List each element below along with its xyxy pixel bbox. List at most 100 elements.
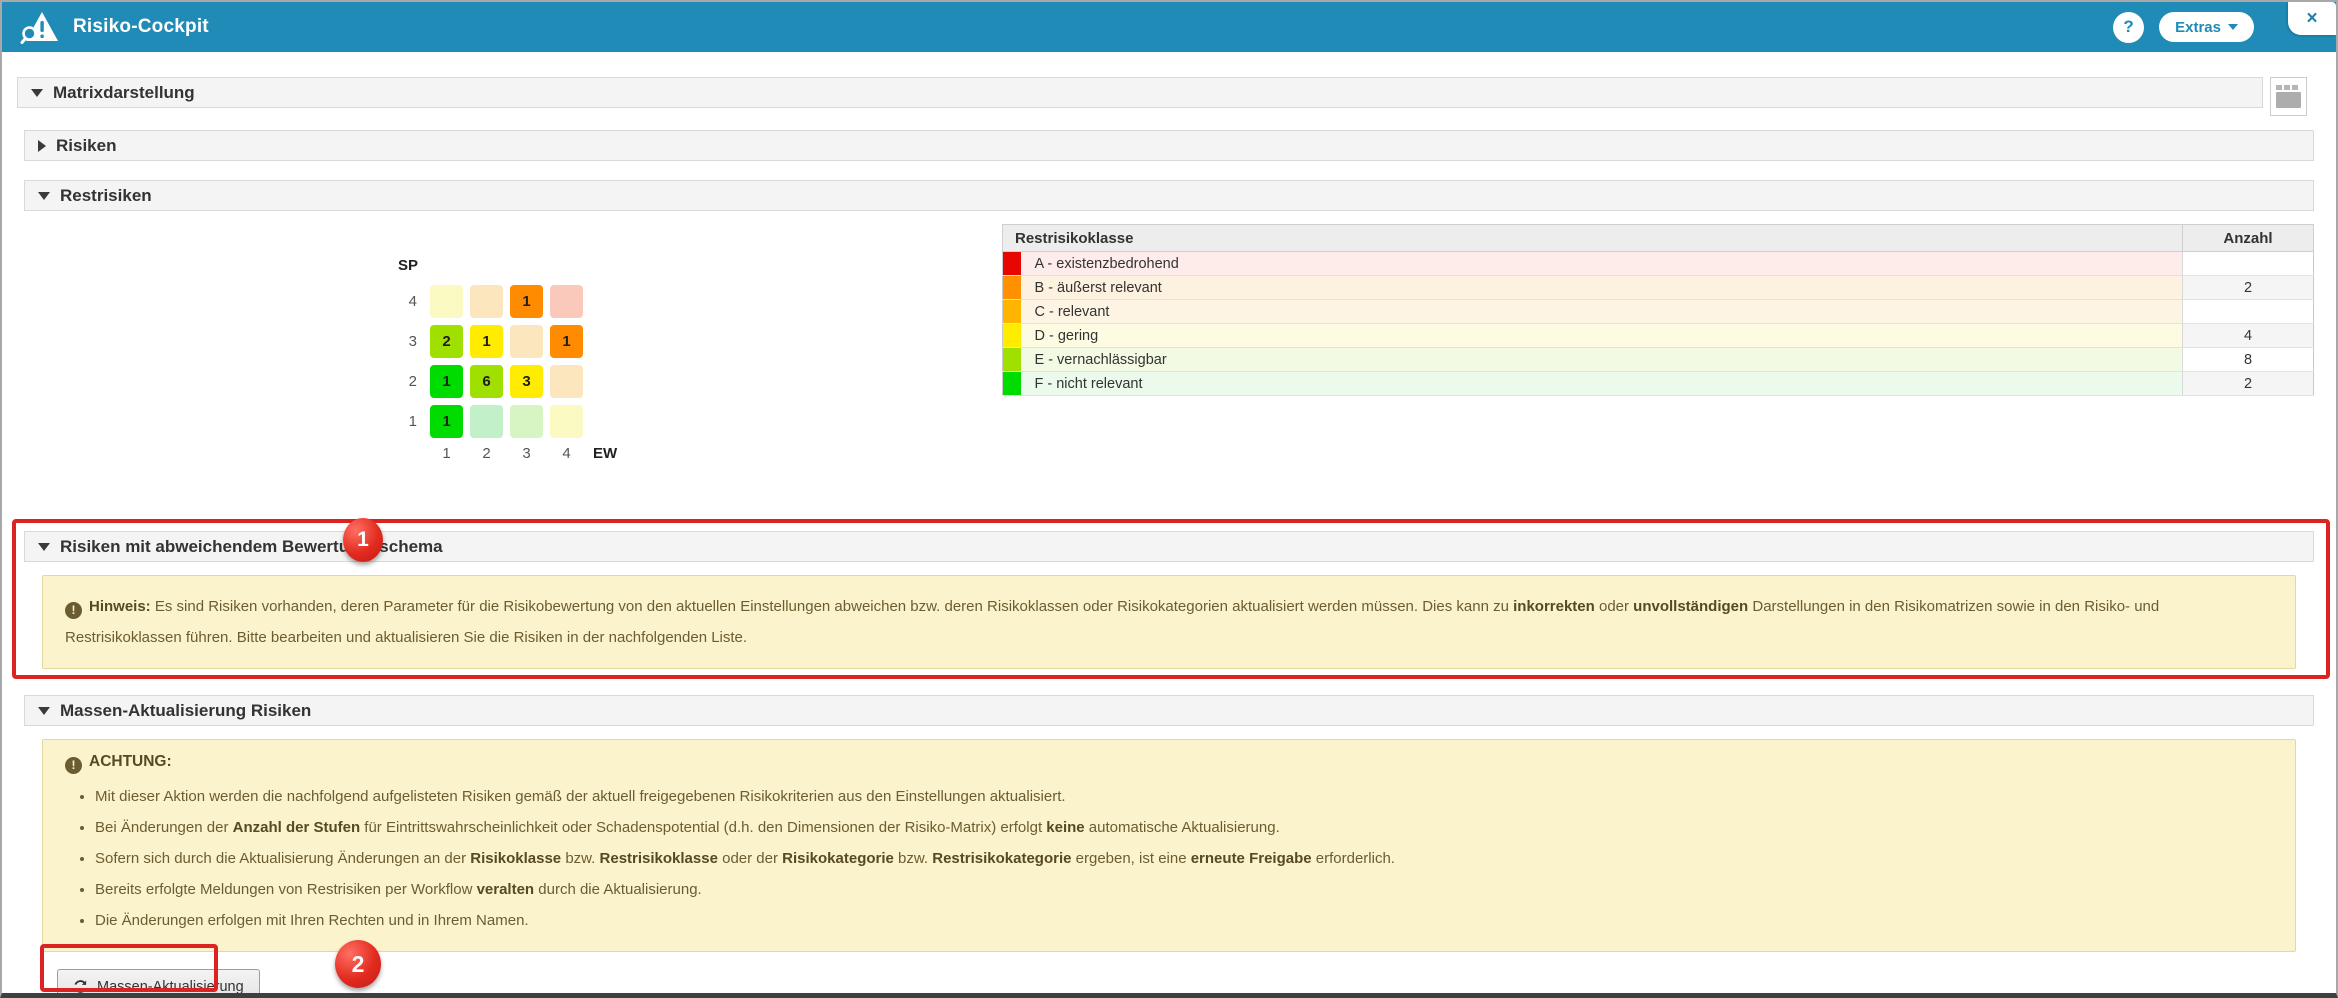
- risk-class-count: 4: [2183, 324, 2314, 348]
- matrix-cell: [510, 325, 543, 358]
- matrix-row-sp4: 4 1: [398, 285, 617, 318]
- matrix-row-sp1: 1 1: [398, 405, 617, 438]
- x-tick: 3: [510, 445, 543, 462]
- question-mark-icon: ?: [2123, 17, 2133, 37]
- table-row: D - gering 4: [1003, 324, 2314, 348]
- restrisiken-body: SP 4 1 3 2 1 1: [24, 224, 2314, 475]
- table-row: A - existenzbedrohend: [1003, 252, 2314, 276]
- achtung-bullet-list: Mit dieser Aktion werden die nachfolgend…: [65, 786, 2273, 932]
- matrix-cell: 1: [430, 365, 463, 398]
- close-button[interactable]: ×: [2288, 2, 2336, 35]
- achtung-title-row: ! ACHTUNG:: [65, 753, 2273, 774]
- risk-class-color-swatch: [1003, 372, 1021, 396]
- panel-header-matrixdarstellung[interactable]: Matrixdarstellung: [17, 77, 2263, 108]
- actions-row: Massen-Aktualisierung: [57, 969, 2314, 998]
- matrix-cell: 2: [430, 325, 463, 358]
- matrix-x-axis: 1 2 3 4 EW: [398, 445, 617, 462]
- caret-down-icon: [38, 707, 50, 715]
- matrix-cell: 1: [510, 285, 543, 318]
- risk-class-label: E - vernachlässigbar: [1021, 348, 2183, 372]
- extras-button[interactable]: Extras: [2159, 12, 2254, 42]
- column-header-anzahl: Anzahl: [2183, 225, 2314, 252]
- risk-class-label: B - äußerst relevant: [1021, 276, 2183, 300]
- massen-aktualisierung-button[interactable]: Massen-Aktualisierung: [57, 969, 260, 998]
- close-icon: ×: [2306, 8, 2317, 30]
- refresh-icon: [73, 979, 88, 994]
- risk-class-label: D - gering: [1021, 324, 2183, 348]
- y-tick: 1: [398, 413, 417, 430]
- risk-class-label: F - nicht relevant: [1021, 372, 2183, 396]
- achtung-note: ! ACHTUNG: Mit dieser Aktion werden die n…: [42, 739, 2296, 952]
- matrix-cell: 1: [550, 325, 583, 358]
- caret-down-icon: [38, 192, 50, 200]
- matrixdarstellung-header-row: Matrixdarstellung: [17, 77, 2321, 108]
- table-header-row: Restrisikoklasse Anzahl: [1003, 225, 2314, 252]
- help-button[interactable]: ?: [2113, 12, 2144, 43]
- page-content: Matrixdarstellung Risiken: [2, 77, 2336, 998]
- matrix-row-sp2: 2 1 6 3: [398, 365, 617, 398]
- matrix-cell: [550, 405, 583, 438]
- matrix-cell: 3: [510, 365, 543, 398]
- risk-class-count: 8: [2183, 348, 2314, 372]
- matrix-cell: 1: [470, 325, 503, 358]
- app-header: Risiko-Cockpit ? Extras ×: [2, 2, 2336, 52]
- risk-class-count: [2183, 300, 2314, 324]
- risk-class-color-swatch: [1003, 324, 1021, 348]
- risk-class-color-swatch: [1003, 300, 1021, 324]
- matrix-cell: [430, 285, 463, 318]
- achtung-bullet: Bei Änderungen der Anzahl der Stufen für…: [95, 817, 2273, 839]
- warning-icon: !: [65, 757, 82, 774]
- matrix-x-axis-label: EW: [593, 445, 617, 462]
- app-window: Risiko-Cockpit ? Extras × Matrixdarstell…: [0, 0, 2338, 998]
- y-tick: 2: [398, 373, 417, 390]
- caret-down-icon: [31, 89, 43, 97]
- risk-class-color-swatch: [1003, 252, 1021, 276]
- info-icon: !: [65, 602, 82, 619]
- panel-header-massen-aktualisierung[interactable]: Massen-Aktualisierung Risiken: [24, 695, 2314, 726]
- x-tick: 4: [550, 445, 583, 462]
- achtung-bullet: Die Änderungen erfolgen mit Ihren Rechte…: [95, 910, 2273, 932]
- matrix-cell: [470, 405, 503, 438]
- app-title: Risiko-Cockpit: [73, 16, 209, 38]
- y-tick: 3: [398, 333, 417, 350]
- hinweis-text: Es sind Risiken vorhanden, deren Paramet…: [65, 598, 2159, 646]
- matrix-cell: 6: [470, 365, 503, 398]
- matrix-row-sp3: 3 2 1 1: [398, 325, 617, 358]
- achtung-bullet: Mit dieser Aktion werden die nachfolgend…: [95, 786, 2273, 808]
- hinweis-label: Hinweis:: [89, 598, 151, 615]
- matrix-cell: [550, 285, 583, 318]
- matrix-cell: 1: [430, 405, 463, 438]
- risk-class-count: [2183, 252, 2314, 276]
- risk-class-label: A - existenzbedrohend: [1021, 252, 2183, 276]
- risk-class-color-swatch: [1003, 276, 1021, 300]
- table-row: C - relevant: [1003, 300, 2314, 324]
- x-tick: 1: [430, 445, 463, 462]
- matrix-y-axis-label: SP: [398, 257, 617, 274]
- risk-class-count: 2: [2183, 372, 2314, 396]
- achtung-label: ACHTUNG:: [89, 753, 172, 770]
- panel-header-restrisiken[interactable]: Restrisiken: [24, 180, 2314, 211]
- caret-down-icon: [38, 543, 50, 551]
- restrisikoklasse-table: Restrisikoklasse Anzahl A - existenzbedr…: [1002, 224, 2314, 396]
- panel-header-risiken[interactable]: Risiken: [24, 130, 2314, 161]
- table-row: F - nicht relevant 2: [1003, 372, 2314, 396]
- header-actions: ? Extras: [2113, 12, 2254, 43]
- risk-class-color-swatch: [1003, 348, 1021, 372]
- x-tick: 2: [470, 445, 503, 462]
- column-header-restrisikoklasse: Restrisikoklasse: [1003, 225, 2183, 252]
- chevron-down-icon: [2228, 24, 2238, 30]
- matrix-cell: [550, 365, 583, 398]
- achtung-bullet: Sofern sich durch die Aktualisierung Änd…: [95, 848, 2273, 870]
- table-row: E - vernachlässigbar 8: [1003, 348, 2314, 372]
- matrixdarstellung-body: Risiken Restrisiken SP 4 1: [24, 130, 2314, 998]
- matrix-cell: [470, 285, 503, 318]
- hinweis-note: ! Hinweis: Es sind Risiken vorhanden, der…: [42, 575, 2296, 669]
- y-tick: 4: [398, 293, 417, 310]
- risk-class-label: C - relevant: [1021, 300, 2183, 324]
- panel-header-abweichendes-bewertungsschema[interactable]: Risiken mit abweichendem Bewertungsschem…: [24, 531, 2314, 562]
- layout-grid-button[interactable]: [2270, 77, 2307, 116]
- table-row: B - äußerst relevant 2: [1003, 276, 2314, 300]
- achtung-bullet: Bereits erfolgte Meldungen von Restrisik…: [95, 879, 2273, 901]
- risk-matrix: SP 4 1 3 2 1 1: [398, 257, 617, 462]
- table-layout-icon: [2276, 85, 2301, 108]
